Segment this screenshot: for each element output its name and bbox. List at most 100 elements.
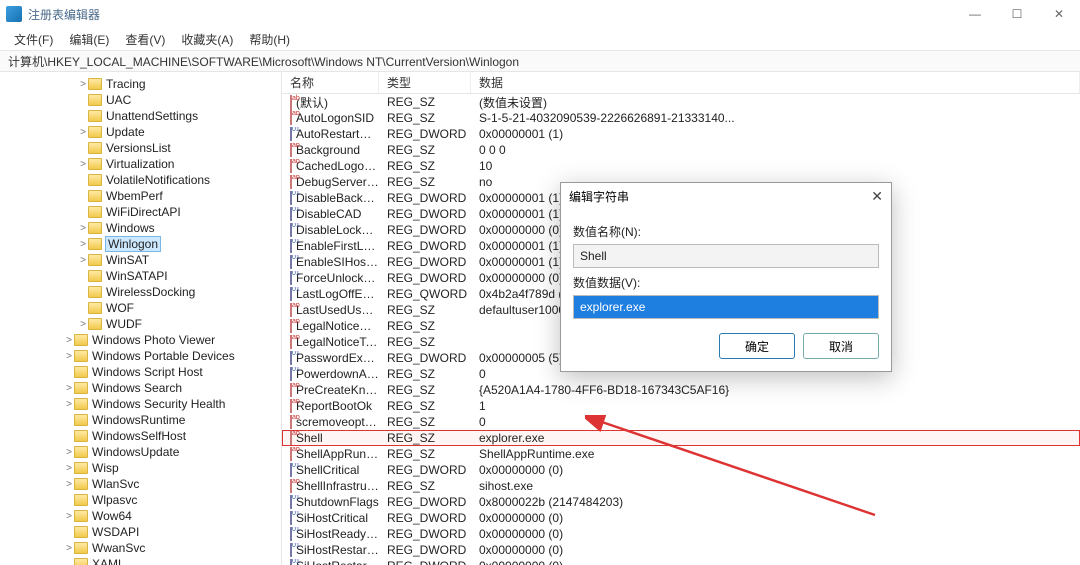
chevron-icon[interactable]: >	[64, 511, 74, 522]
table-row[interactable]: ReportBootOkREG_SZ1	[282, 398, 1080, 414]
tree-item[interactable]: XAML	[0, 556, 281, 565]
dialog-close-icon[interactable]: ✕	[871, 188, 883, 205]
table-row[interactable]: (默认)REG_SZ(数值未设置)	[282, 94, 1080, 110]
cell-data: 0x00000000 (0)	[471, 559, 1080, 565]
tree-label: WSDAPI	[92, 525, 139, 539]
table-row[interactable]: SiHostCriticalREG_DWORD0x00000000 (0)	[282, 510, 1080, 526]
chevron-icon[interactable]: >	[64, 479, 74, 490]
value-data-input[interactable]	[573, 295, 879, 319]
chevron-icon[interactable]: >	[64, 383, 74, 394]
tree-item[interactable]: >Update	[0, 124, 281, 140]
table-row[interactable]: SiHostReadyTi...REG_DWORD0x00000000 (0)	[282, 526, 1080, 542]
chevron-icon[interactable]: >	[64, 543, 74, 554]
edit-string-dialog: 编辑字符串 ✕ 数值名称(N): 数值数据(V): 确定 取消	[560, 182, 892, 372]
chevron-icon[interactable]: >	[78, 79, 88, 90]
tree-item[interactable]: >Windows Search	[0, 380, 281, 396]
tree-item[interactable]: WirelessDocking	[0, 284, 281, 300]
table-row[interactable]: SiHostRestartC...REG_DWORD0x00000000 (0)	[282, 542, 1080, 558]
tree-item[interactable]: >WindowsUpdate	[0, 444, 281, 460]
cell-type: REG_QWORD	[379, 287, 471, 301]
cell-name: DisableCAD	[282, 207, 379, 221]
folder-icon	[88, 78, 102, 90]
tree-item[interactable]: WbemPerf	[0, 188, 281, 204]
table-row[interactable]: BackgroundREG_SZ0 0 0	[282, 142, 1080, 158]
maximize-button[interactable]: ☐	[996, 0, 1038, 28]
table-row[interactable]: ShellREG_SZexplorer.exe	[282, 430, 1080, 446]
table-row[interactable]: PreCreateKno...REG_SZ{A520A1A4-1780-4FF6…	[282, 382, 1080, 398]
string-icon	[290, 175, 292, 189]
cell-type: REG_DWORD	[379, 543, 471, 557]
menu-view[interactable]: 查看(V)	[119, 29, 171, 50]
menu-file[interactable]: 文件(F)	[8, 29, 59, 50]
table-row[interactable]: scremoveoptionREG_SZ0	[282, 414, 1080, 430]
table-row[interactable]: AutoRestartShellREG_DWORD0x00000001 (1)	[282, 126, 1080, 142]
table-row[interactable]: SiHostRestartT...REG_DWORD0x00000000 (0)	[282, 558, 1080, 565]
tree-item[interactable]: WindowsRuntime	[0, 412, 281, 428]
tree-label: WinSATAPI	[106, 269, 168, 283]
chevron-icon[interactable]: >	[64, 335, 74, 346]
ok-button[interactable]: 确定	[719, 333, 795, 359]
tree-item[interactable]: >Windows Security Health	[0, 396, 281, 412]
chevron-icon[interactable]: >	[78, 255, 88, 266]
table-row[interactable]: AutoLogonSIDREG_SZS-1-5-21-4032090539-22…	[282, 110, 1080, 126]
tree-item[interactable]: Wlpasvc	[0, 492, 281, 508]
cell-type: REG_DWORD	[379, 271, 471, 285]
col-data[interactable]: 数据	[471, 72, 1080, 93]
tree-item[interactable]: >WinSAT	[0, 252, 281, 268]
tree-item[interactable]: >Windows	[0, 220, 281, 236]
folder-icon	[88, 318, 102, 330]
registry-tree[interactable]: >TracingUACUnattendSettings>UpdateVersio…	[0, 72, 282, 565]
chevron-icon[interactable]: >	[64, 351, 74, 362]
tree-item[interactable]: WindowsSelfHost	[0, 428, 281, 444]
window-titlebar: 注册表编辑器 — ☐ ✕	[0, 0, 1080, 28]
tree-item[interactable]: WiFiDirectAPI	[0, 204, 281, 220]
cell-data: (数值未设置)	[471, 94, 1080, 111]
chevron-icon[interactable]: >	[78, 159, 88, 170]
folder-icon	[88, 222, 102, 234]
tree-item[interactable]: >Virtualization	[0, 156, 281, 172]
tree-item[interactable]: WOF	[0, 300, 281, 316]
col-type[interactable]: 类型	[379, 72, 471, 93]
tree-item[interactable]: VersionsList	[0, 140, 281, 156]
minimize-button[interactable]: —	[954, 0, 996, 28]
chevron-icon[interactable]: >	[78, 239, 88, 250]
menu-edit[interactable]: 编辑(E)	[63, 29, 115, 50]
chevron-icon[interactable]: >	[64, 447, 74, 458]
tree-item[interactable]: WSDAPI	[0, 524, 281, 540]
tree-item[interactable]: >Tracing	[0, 76, 281, 92]
string-icon	[290, 303, 292, 317]
tree-item[interactable]: VolatileNotifications	[0, 172, 281, 188]
cancel-button[interactable]: 取消	[803, 333, 879, 359]
close-button[interactable]: ✕	[1038, 0, 1080, 28]
tree-item[interactable]: >Windows Portable Devices	[0, 348, 281, 364]
table-row[interactable]: ShellAppRunti...REG_SZShellAppRuntime.ex…	[282, 446, 1080, 462]
cell-data: 0x00000000 (0)	[471, 543, 1080, 557]
chevron-icon[interactable]: >	[78, 127, 88, 138]
tree-item[interactable]: UAC	[0, 92, 281, 108]
table-row[interactable]: ShutdownFlagsREG_DWORD0x8000022b (214748…	[282, 494, 1080, 510]
tree-item[interactable]: >WUDF	[0, 316, 281, 332]
dword-icon	[290, 271, 292, 285]
menu-help[interactable]: 帮助(H)	[243, 29, 296, 50]
tree-item[interactable]: >Wisp	[0, 460, 281, 476]
table-row[interactable]: CachedLogons...REG_SZ10	[282, 158, 1080, 174]
chevron-icon[interactable]: >	[78, 223, 88, 234]
tree-item[interactable]: >Wow64	[0, 508, 281, 524]
tree-item[interactable]: UnattendSettings	[0, 108, 281, 124]
chevron-icon[interactable]: >	[78, 319, 88, 330]
tree-item[interactable]: >Winlogon	[0, 236, 281, 252]
chevron-icon[interactable]: >	[64, 399, 74, 410]
cell-data: explorer.exe	[471, 431, 1080, 445]
table-row[interactable]: ShellCriticalREG_DWORD0x00000000 (0)	[282, 462, 1080, 478]
tree-item[interactable]: Windows Script Host	[0, 364, 281, 380]
address-bar[interactable]: 计算机\HKEY_LOCAL_MACHINE\SOFTWARE\Microsof…	[0, 50, 1080, 72]
table-row[interactable]: ShellInfrastruct...REG_SZsihost.exe	[282, 478, 1080, 494]
chevron-icon[interactable]: >	[64, 463, 74, 474]
col-name[interactable]: 名称	[282, 72, 379, 93]
tree-item[interactable]: >WlanSvc	[0, 476, 281, 492]
tree-item[interactable]: >Windows Photo Viewer	[0, 332, 281, 348]
tree-item[interactable]: WinSATAPI	[0, 268, 281, 284]
menu-fav[interactable]: 收藏夹(A)	[175, 29, 239, 50]
tree-item[interactable]: >WwanSvc	[0, 540, 281, 556]
cell-name: Background	[282, 143, 379, 157]
